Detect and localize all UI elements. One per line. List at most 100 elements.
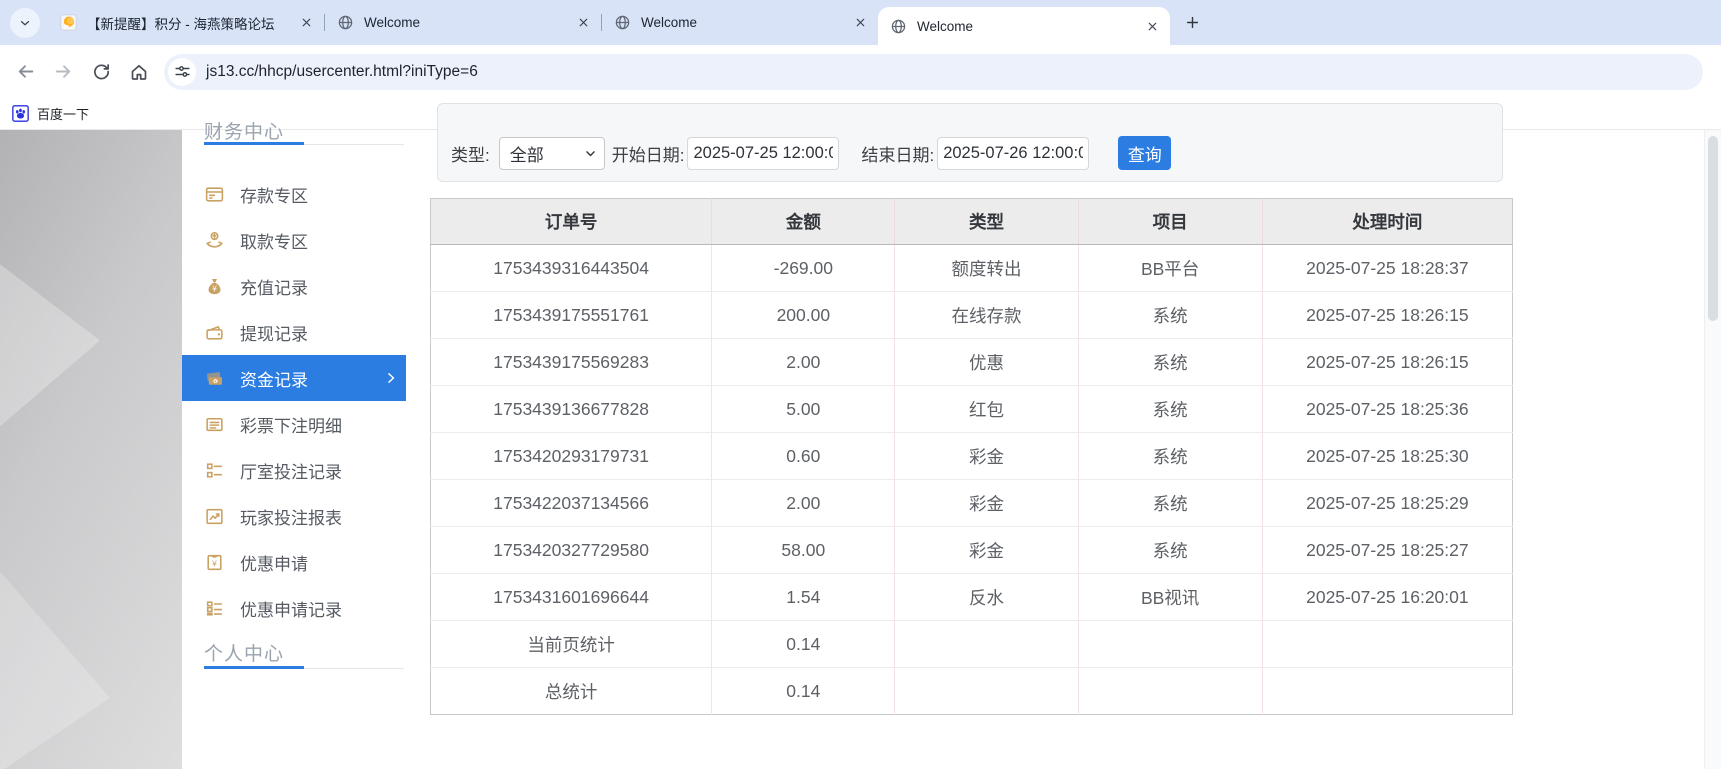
background-triangle [0,256,100,435]
sidebar-item-1[interactable]: 取款专区 [182,217,406,263]
hall-bet-icon [204,460,225,481]
table-cell: 反水 [894,573,1079,621]
globe-icon [614,14,631,31]
caret-down-icon [584,147,597,160]
table-cell: 系统 [1077,479,1263,527]
address-bar[interactable]: js13.cc/hhcp/usercenter.html?iniType=6 [164,53,1703,90]
table-cell: 58.00 [711,526,895,574]
deposit-icon [204,184,225,205]
svg-text:¥: ¥ [214,378,217,384]
scrollbar-thumb[interactable] [1708,136,1718,321]
background-triangle [0,560,110,769]
table-cell: 系统 [1077,338,1263,386]
table-cell: 当前页统计 [430,620,712,668]
table-header-cell: 项目 [1077,198,1263,245]
tab-search-button[interactable] [10,7,40,38]
new-tab-button[interactable] [1178,9,1206,37]
table-cell: 系统 [1077,385,1263,433]
site-background [0,130,186,769]
back-button[interactable] [6,53,44,91]
table-header-cell: 金额 [711,198,895,245]
sidebar-item-label: 提现记录 [240,324,308,344]
end-date-input[interactable] [937,136,1090,170]
sidebar-item-5[interactable]: 彩票下注明细 [182,401,406,447]
table-cell: 2.00 [711,338,895,386]
close-icon[interactable] [297,13,316,32]
table-cell: -269.00 [711,244,895,292]
start-date-input[interactable] [687,136,840,170]
table-cell: 2025-07-25 16:20:01 [1261,573,1513,621]
sidebar-item-0[interactable]: 存款专区 [182,171,406,217]
sidebar-item-9[interactable]: 优惠申请记录 [182,585,406,631]
reload-button[interactable] [82,53,120,91]
sidebar-item-label: 优惠申请 [240,554,308,574]
sidebar-item-2[interactable]: ¥ 充值记录 [182,263,406,309]
table-cell: 1753439136677828 [430,385,712,433]
withdraw-hand-icon [204,230,225,251]
table-cell: 总统计 [430,667,712,715]
table-cell: 额度转出 [894,244,1079,292]
sidebar-item-label: 存款专区 [240,186,308,206]
type-label: 类型: [451,145,490,165]
browser-tab[interactable]: Welcome [325,0,601,45]
table-row: 1753431601696644 1.54 反水 BB视讯 2025-07-25 16:… [430,573,1513,621]
bookmark-label: 百度一下 [37,107,90,122]
section-title-personal: 个人中心 [204,644,285,665]
table-cell: 1753420327729580 [430,526,712,574]
table-row: 1753420327729580 58.00 彩金 系统 2025-07-25 18:2… [430,526,1513,574]
browser-tab[interactable]: Welcome [602,0,878,45]
recharge-bag-icon: ¥ [204,276,225,297]
end-date-label: 结束日期: [861,145,935,165]
records-table: 订单号 金额 类型 项目 处理时间 1753439316443504 -269.00 额度转… [430,198,1513,715]
globe-icon [337,14,354,31]
browser-tab[interactable]: 【新提醒】积分 - 海燕策略论坛 [48,0,324,45]
table-cell: 2025-07-25 18:26:15 [1261,338,1513,386]
page-content: 财务中心 存款专区 取款专区 ¥ 充值记录 提现记录 ¥ 资金记录 彩票下注明细 厅室投注记录玩… [0,103,1721,769]
forward-button[interactable] [44,53,82,91]
forum-logo-icon [60,14,77,31]
table-row: 1753439316443504 -269.00 额度转出 BB平台 2025-07-2… [431,244,1513,292]
page-scrollbar[interactable] [1704,130,1721,769]
close-icon[interactable] [574,13,593,32]
sidebar: 财务中心 存款专区 取款专区 ¥ 充值记录 提现记录 ¥ 资金记录 彩票下注明细 厅室投注记录玩… [182,122,406,769]
table-cell: 优惠 [894,338,1079,386]
table-cell [1077,620,1263,668]
table-cell: 0.14 [711,667,895,715]
search-button[interactable]: 查询 [1118,136,1172,170]
close-icon[interactable] [851,13,870,32]
table-header-cell: 处理时间 [1261,198,1513,245]
sidebar-item-7[interactable]: 玩家投注报表 [182,493,406,539]
site-settings-icon[interactable] [168,57,196,86]
table-cell: 1753422037134566 [430,479,712,527]
sidebar-item-label: 资金记录 [240,370,308,390]
bookmark-baidu[interactable]: 百度一下 [12,104,89,123]
sidebar-item-6[interactable]: 厅室投注记录 [182,447,406,493]
sidebar-item-label: 彩票下注明细 [240,416,342,436]
table-cell: 2025-07-25 18:25:36 [1261,385,1513,433]
table-cell: 系统 [1077,291,1263,339]
promo-apply-icon: ¥ [204,552,225,573]
sidebar-item-8[interactable]: ¥ 优惠申请 [182,539,406,585]
table-cell: 彩金 [894,432,1079,480]
section-divider [204,666,404,669]
filter-bar: 类型: 全部 开始日期: 结束日期: 查询 [437,103,1503,182]
table-cell: 红包 [894,385,1079,433]
close-icon[interactable] [1143,17,1162,36]
promo-record-icon [204,598,225,619]
table-row: 1753420293179731 0.60 彩金 系统 2025-07-25 18:25… [430,432,1513,480]
home-button[interactable] [120,53,158,91]
svg-text:¥: ¥ [212,284,217,293]
table-cell: 1753439175551761 [430,291,712,339]
sidebar-item-4[interactable]: ¥ 资金记录 [182,355,406,401]
tab-title: Welcome [641,15,698,30]
sidebar-item-label: 厅室投注记录 [240,462,342,482]
table-cell: 2025-07-25 18:26:15 [1261,291,1513,339]
sidebar-item-label: 玩家投注报表 [240,508,342,528]
table-cell: 系统 [1077,432,1263,480]
sidebar-item-3[interactable]: 提现记录 [182,309,406,355]
type-select[interactable]: 全部 [498,136,605,170]
sidebar-item-label: 优惠申请记录 [240,600,342,620]
table-cell: 1753439316443504 [493,257,649,278]
table-cell: 彩金 [894,479,1079,527]
browser-tab[interactable]: Welcome [878,7,1170,45]
